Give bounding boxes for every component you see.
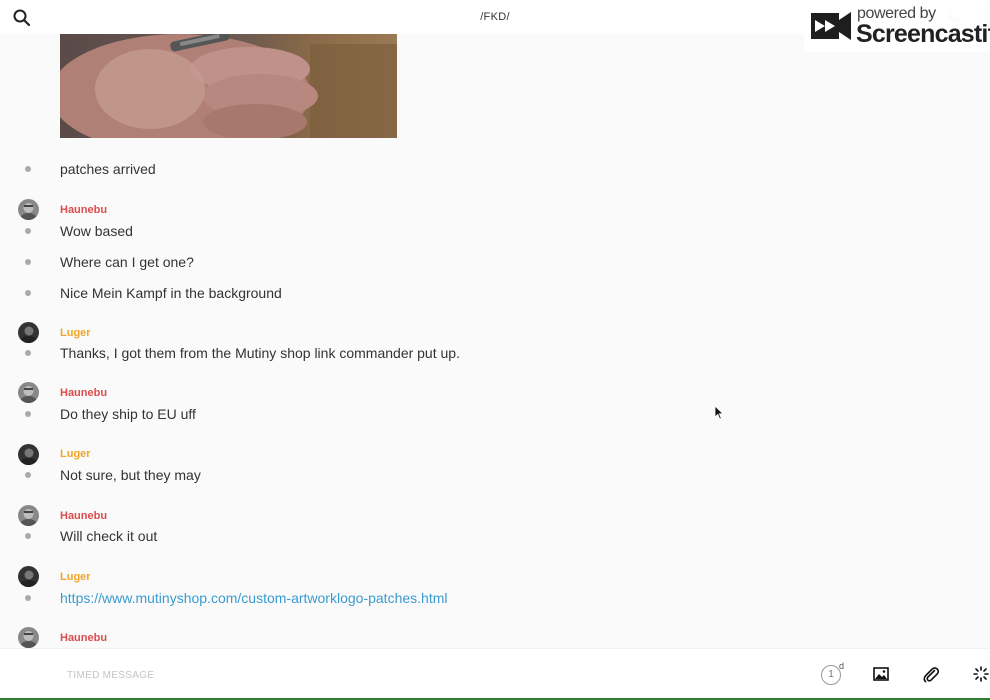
avatar[interactable] — [18, 566, 39, 587]
message-author[interactable]: Luger — [60, 448, 91, 460]
message-timer-button[interactable]: 1 d — [821, 661, 847, 687]
avatar[interactable] — [18, 444, 39, 465]
mouse-cursor-icon — [714, 405, 724, 425]
message-text: Thanks, I got them from the Mutiny shop … — [60, 345, 460, 361]
message-text: patches arrived — [60, 161, 156, 177]
message-author[interactable]: Haunebu — [60, 510, 107, 522]
message-composer: 1 d — [0, 648, 990, 698]
message-dot — [25, 411, 31, 417]
paperclip-icon[interactable] — [922, 665, 940, 683]
message-dot — [25, 533, 31, 539]
screencastify-watermark: powered by Screencastify — [804, 0, 990, 52]
avatar[interactable] — [18, 382, 39, 403]
message-image-attachment[interactable] — [60, 34, 397, 138]
screencastify-logo-icon — [809, 8, 853, 49]
message-author[interactable]: Haunebu — [60, 387, 107, 399]
message-text: Not sure, but they may — [60, 467, 201, 483]
message-dot — [25, 228, 31, 234]
message-text: Do they ship to EU uff — [60, 406, 196, 422]
timer-value: 1 — [821, 665, 841, 685]
message-dot — [25, 259, 31, 265]
avatar[interactable] — [18, 322, 39, 343]
message-author[interactable]: Haunebu — [60, 632, 107, 644]
message-dot — [25, 290, 31, 296]
image-icon[interactable] — [873, 666, 889, 682]
message-dot — [25, 595, 31, 601]
message-dot — [25, 350, 31, 356]
message-author[interactable]: Luger — [60, 327, 91, 339]
message-author[interactable]: Luger — [60, 571, 91, 583]
message-text: Wow based — [60, 223, 133, 239]
avatar[interactable] — [18, 505, 39, 526]
message-text: Will check it out — [60, 528, 158, 544]
message-dot — [25, 472, 31, 478]
timed-message-input[interactable] — [60, 665, 760, 685]
avatar[interactable] — [18, 627, 39, 648]
timer-unit: d — [839, 661, 845, 671]
message-author[interactable]: Haunebu — [60, 204, 107, 216]
message-link[interactable]: https://www.mutinyshop.com/custom-artwor… — [60, 590, 447, 606]
message-text: Nice Mein Kampf in the background — [60, 285, 282, 301]
avatar[interactable] — [18, 199, 39, 220]
loading-spinner-icon[interactable] — [973, 666, 989, 682]
message-dot — [25, 166, 31, 172]
message-text: Where can I get one? — [60, 254, 194, 270]
watermark-brand: Screencastify — [856, 20, 990, 48]
